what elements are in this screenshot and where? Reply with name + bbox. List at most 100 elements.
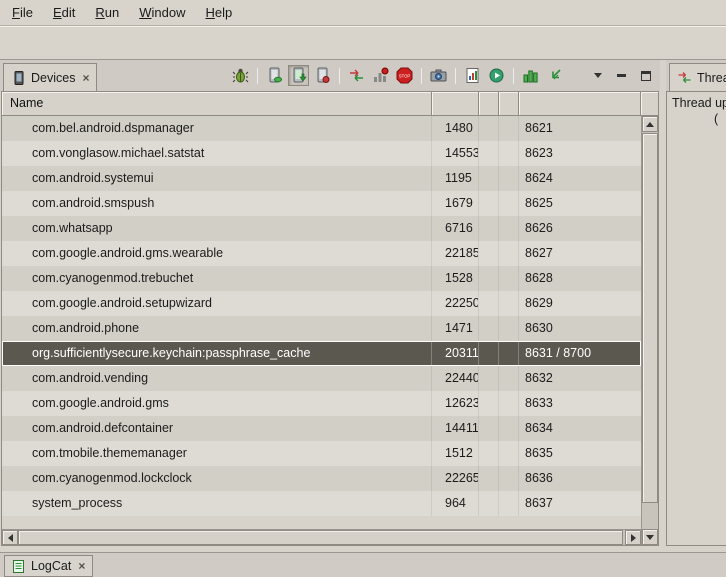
vertical-scrollbar[interactable] [641,116,658,545]
vertical-scroll-thumb[interactable] [642,133,658,503]
scroll-left-icon[interactable] [2,530,18,545]
table-row[interactable]: com.vonglasow.michael.satstat 14553 8623 [2,141,641,166]
table-row[interactable]: com.android.vending 22440 8632 [2,366,641,391]
svg-text:STOP: STOP [399,73,411,78]
tab-label: LogCat [31,559,71,573]
threads-tabbar: Threads [666,60,726,91]
menubar: File Edit Run Window Help [0,0,726,26]
table-row[interactable]: com.tmobile.thememanager 1512 8635 [2,441,641,466]
stop-process-icon[interactable]: STOP [394,65,415,86]
spacer-cell [499,266,519,291]
dump-hprof-icon[interactable] [288,65,309,86]
table-row[interactable]: com.bel.android.dspmanager 1480 8621 [2,116,641,141]
scroll-right-icon[interactable] [625,530,641,545]
column-header-port[interactable] [519,92,641,116]
process-port: 8630 [519,316,641,341]
tab-devices[interactable]: Devices × [3,63,97,91]
process-pid: 20311 [432,341,479,366]
spacer-cell [499,441,519,466]
column-header-filler [641,92,658,116]
debug-icon[interactable] [230,65,251,86]
table-row[interactable]: com.cyanogenmod.lockclock 22265 8636 [2,466,641,491]
process-port: 8633 [519,391,641,416]
process-port: 8635 [519,441,641,466]
process-pid: 1679 [432,191,479,216]
table-row[interactable]: com.google.android.setupwizard 22250 862… [2,291,641,316]
screen-capture-icon[interactable] [428,65,449,86]
horizontal-scroll-thumb[interactable] [18,530,623,545]
start-method-profiling-icon[interactable] [370,65,391,86]
table-row[interactable]: com.android.phone 1471 8630 [2,316,641,341]
table-row[interactable]: system_process 964 8637 [2,491,641,516]
update-heap-icon[interactable] [264,65,285,86]
toolbar-separator [257,68,258,84]
spacer-cell [499,216,519,241]
spacer-cell [499,366,519,391]
minimize-icon[interactable] [611,65,632,86]
spacer-cell [479,416,499,441]
column-header-spacer[interactable] [479,92,499,116]
device-tab-icon [11,70,26,86]
close-icon[interactable]: × [82,71,89,85]
table-row[interactable]: com.google.android.gms.wearable 22185 86… [2,241,641,266]
spacer-cell [499,166,519,191]
logcat-tab-icon [12,559,26,574]
column-header-pid[interactable] [432,92,479,116]
process-port: 8631 / 8700 [519,341,641,366]
table-row[interactable]: com.whatsapp 6716 8626 [2,216,641,241]
horizontal-scrollbar[interactable] [2,529,641,545]
menu-help[interactable]: Help [195,2,242,23]
table-row[interactable]: com.android.defcontainer 14411 8634 [2,416,641,441]
table-row[interactable]: com.android.systemui 1195 8624 [2,166,641,191]
scroll-up-icon[interactable] [642,116,658,132]
table-header: Name [2,92,658,116]
cause-gc-icon[interactable] [312,65,333,86]
update-threads-icon[interactable] [346,65,367,86]
process-port: 8624 [519,166,641,191]
scroll-down-icon[interactable] [642,529,658,545]
process-pid: 1480 [432,116,479,141]
process-name: com.android.vending [2,366,432,391]
column-header-name[interactable]: Name [2,92,432,116]
ddms-window: { "menubar": { "items": ["File", "Edit",… [0,0,726,577]
hierarchy-columns-icon[interactable] [520,65,541,86]
process-pid: 964 [432,491,479,516]
menu-edit[interactable]: Edit [43,2,85,23]
threads-content: Thread up ( [666,91,726,546]
process-pid: 1512 [432,441,479,466]
process-pid: 22440 [432,366,479,391]
tab-threads[interactable]: Threads [669,63,726,91]
spacer-cell [479,466,499,491]
table-row[interactable]: com.android.smspush 1679 8625 [2,191,641,216]
spacer-cell [499,191,519,216]
process-name: com.cyanogenmod.lockclock [2,466,432,491]
spacer-cell [479,491,499,516]
table-row[interactable]: com.cyanogenmod.trebuchet 1528 8628 [2,266,641,291]
tab-logcat[interactable]: LogCat × [4,555,93,577]
menu-run[interactable]: Run [85,2,129,23]
tab-label: Devices [31,71,75,85]
threads-tab-icon [677,70,692,85]
menu-window[interactable]: Window [129,2,195,23]
menu-file[interactable]: File [2,2,43,23]
process-pid: 1195 [432,166,479,191]
maximize-icon[interactable] [635,65,656,86]
spacer-cell [479,441,499,466]
tab-label: Threads [697,71,726,85]
spacer-cell [499,466,519,491]
close-icon[interactable]: × [78,559,85,573]
system-info-icon[interactable] [462,65,483,86]
process-name: org.sufficientlysecure.keychain:passphra… [2,341,432,366]
spacer-cell [499,241,519,266]
spacer-cell [479,316,499,341]
table-row[interactable]: org.sufficientlysecure.keychain:passphra… [2,341,641,366]
devices-tabbar: Devices × STOP [0,60,660,91]
process-port: 8632 [519,366,641,391]
main-toolbar [0,26,726,60]
column-header-spacer[interactable] [499,92,519,116]
process-pid: 12623 [432,391,479,416]
capture-state-icon[interactable] [486,65,507,86]
table-row[interactable]: com.google.android.gms 12623 8633 [2,391,641,416]
capture-arrows-icon[interactable] [544,65,565,86]
view-menu-icon[interactable] [587,65,608,86]
